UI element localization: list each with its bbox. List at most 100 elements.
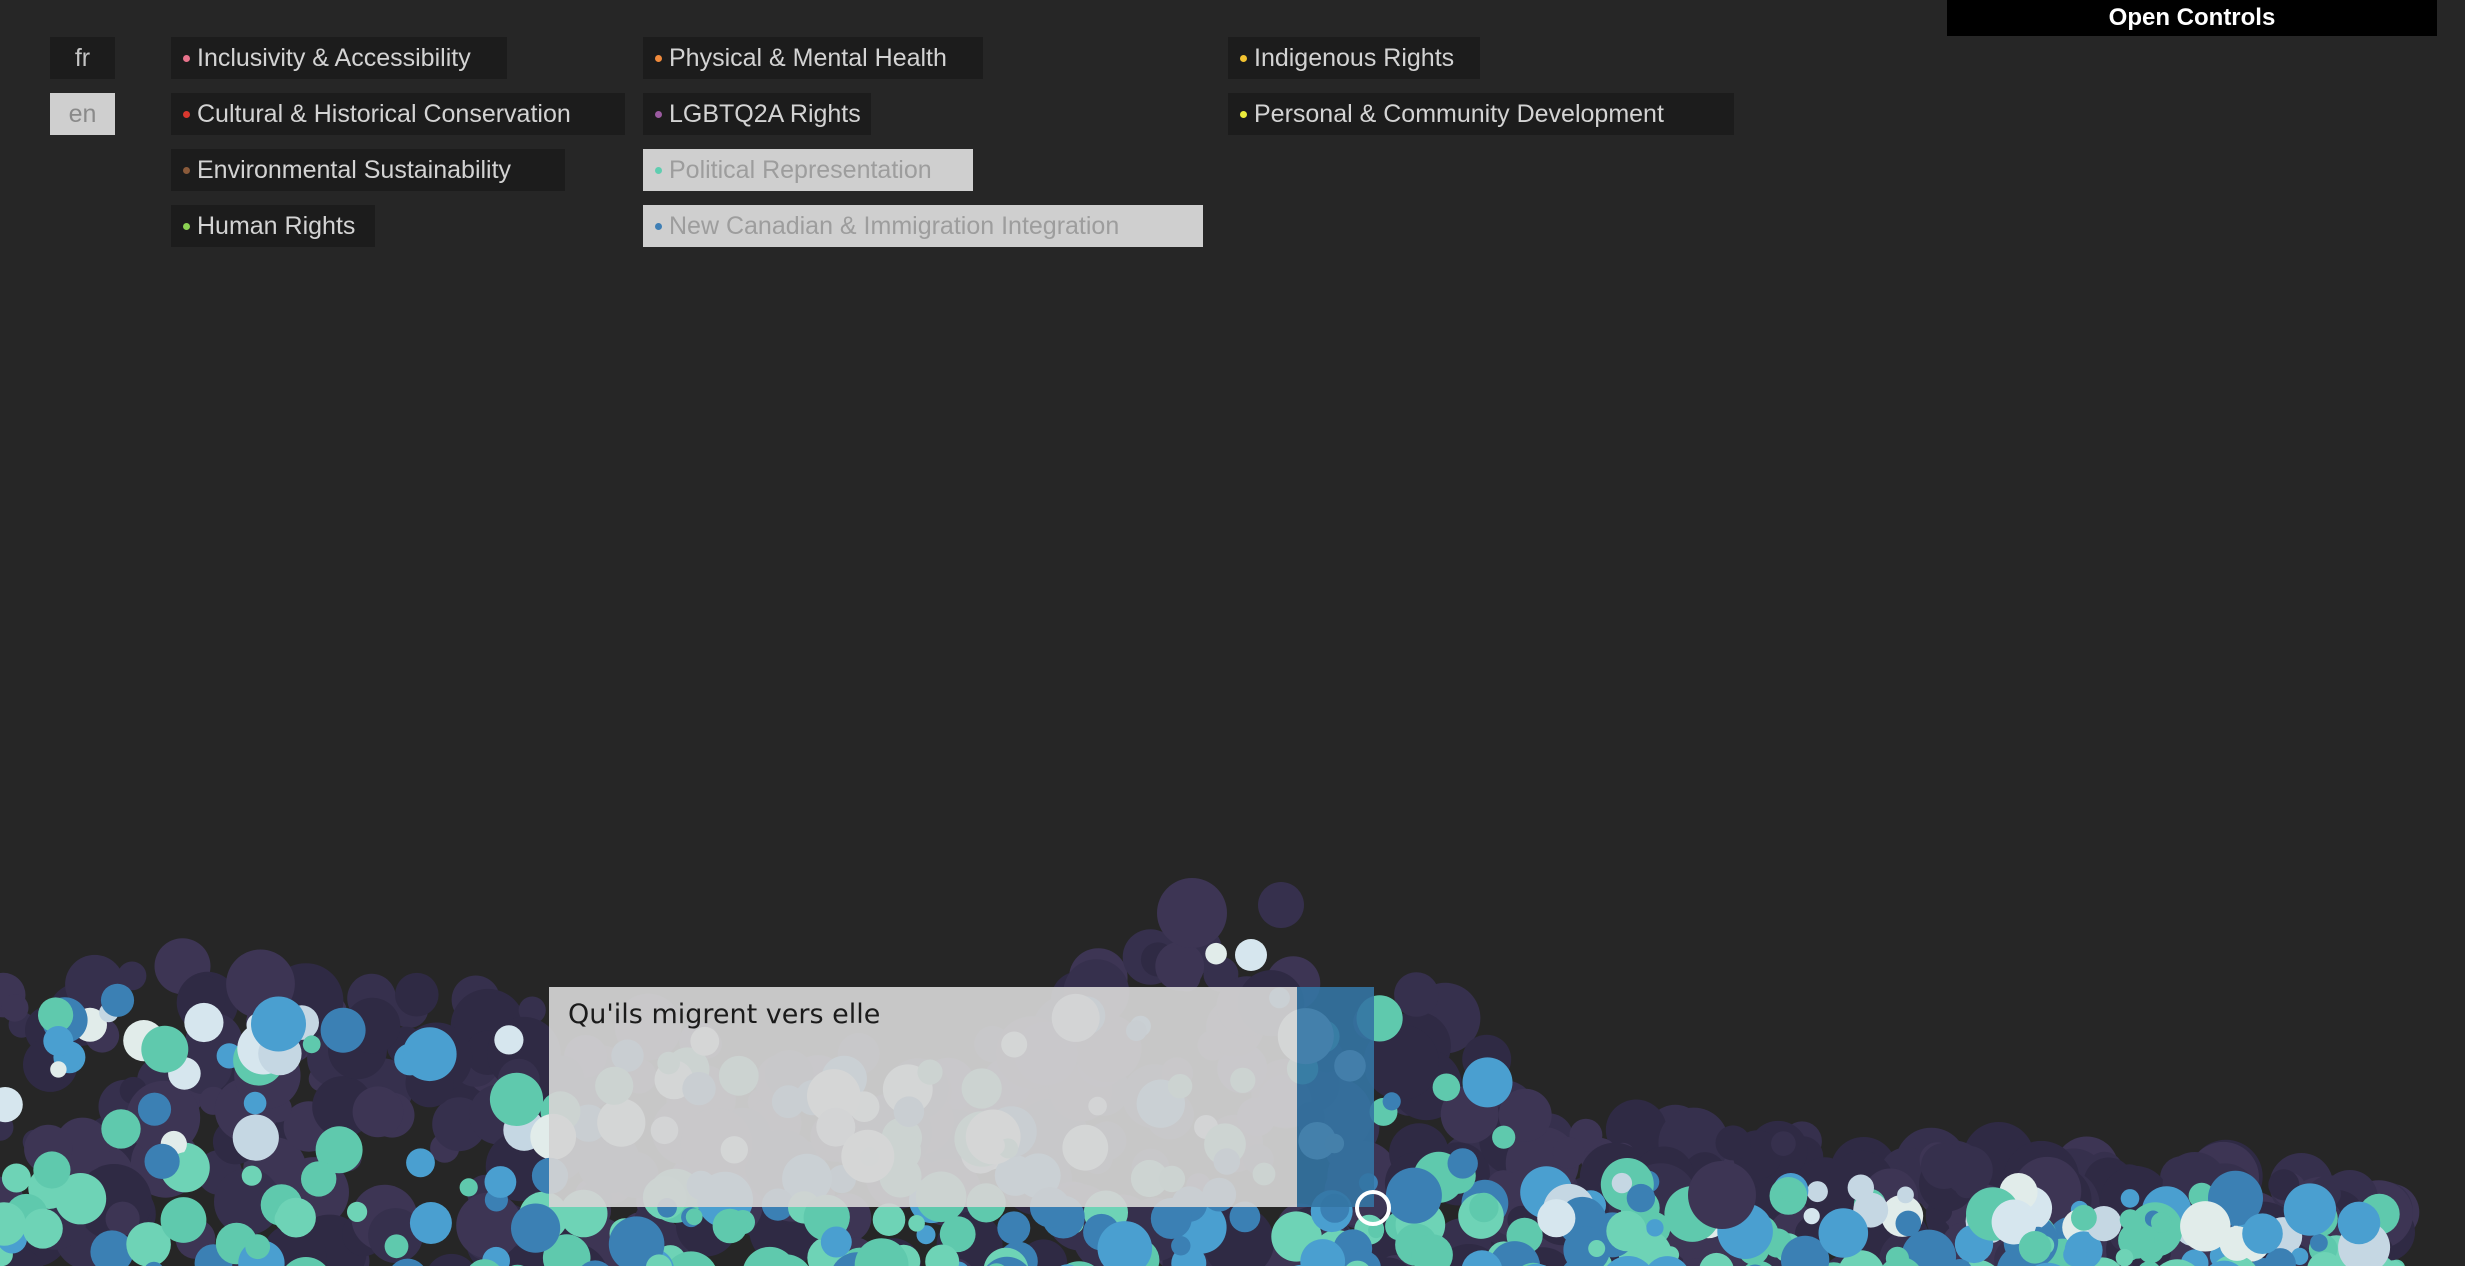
bubble	[494, 1025, 524, 1055]
bubble	[1447, 1148, 1478, 1179]
bubble	[685, 1208, 703, 1226]
topic-new-canadian-immigration-integration[interactable]: New Canadian & Immigration Integration	[643, 205, 1203, 247]
bubble	[0, 994, 29, 1022]
bubble	[406, 1148, 435, 1178]
topic-dot	[1240, 54, 1247, 62]
bubble	[241, 1165, 262, 1186]
topic-label: New Canadian & Immigration Integration	[669, 211, 1120, 240]
bubble	[1803, 1208, 1820, 1225]
bubble	[2018, 1231, 2052, 1264]
topic-indigenous-rights[interactable]: Indigenous Rights	[1228, 37, 1480, 79]
topic-label: Indigenous Rights	[1254, 43, 1455, 72]
bubble	[1171, 1236, 1191, 1256]
bubble	[402, 1027, 457, 1082]
bubble	[1155, 941, 1205, 991]
topic-label: Human Rights	[197, 211, 356, 240]
bubble	[352, 1086, 404, 1138]
bubble	[43, 1026, 74, 1056]
bubble	[1588, 1240, 1606, 1257]
bubble	[2337, 1201, 2381, 1245]
bubble	[0, 1087, 23, 1123]
bubble	[484, 1166, 517, 1198]
bubble	[1715, 1125, 1751, 1161]
bubble	[160, 1197, 207, 1243]
bubble	[510, 1203, 561, 1253]
bubble	[320, 1007, 366, 1053]
topic-label: Personal & Community Development	[1254, 99, 1664, 128]
bubble	[1462, 1057, 1513, 1108]
bubble	[144, 1143, 180, 1179]
bubble	[1552, 1137, 1585, 1169]
bubble	[489, 1072, 544, 1126]
bubble	[137, 1092, 172, 1126]
bubble	[1818, 1208, 1869, 1258]
entry-text: Qu'ils migrent vers elle	[568, 999, 881, 1030]
bubble	[1806, 1181, 1828, 1203]
topic-dot	[183, 222, 190, 230]
topic-label: Political Representation	[669, 155, 932, 184]
bubble	[1688, 1161, 1756, 1229]
topic-label: Inclusivity & Accessibility	[197, 43, 471, 72]
bubble	[1382, 1092, 1401, 1111]
bubble	[1780, 1182, 1800, 1202]
topic-personal-community-development[interactable]: Personal & Community Development	[1228, 93, 1734, 135]
bubble	[1646, 1219, 1664, 1237]
bubble	[2151, 1212, 2172, 1233]
bubble	[1921, 1143, 1967, 1189]
bubble	[2115, 1248, 2134, 1266]
topic-dot	[183, 166, 190, 174]
bubble	[908, 1215, 925, 1232]
bubble	[232, 1114, 279, 1161]
topic-dot	[655, 222, 662, 230]
bubble	[820, 1226, 852, 1258]
bubble	[50, 1061, 67, 1078]
bubble	[302, 1035, 321, 1054]
topic-dot	[183, 110, 190, 118]
topic-dot	[655, 54, 662, 62]
topic-cultural-historical-conservation[interactable]: Cultural & Historical Conservation	[171, 93, 625, 135]
bubble	[1895, 1210, 1922, 1237]
bubble	[243, 1091, 267, 1115]
bubble	[1157, 878, 1227, 948]
bubble	[712, 1208, 748, 1244]
bubble	[1235, 939, 1267, 971]
bubble	[2242, 1213, 2283, 1254]
bubble	[997, 1211, 1031, 1245]
bubble	[1258, 882, 1304, 928]
bubble	[2310, 1233, 2328, 1252]
topic-physical-mental-health[interactable]: Physical & Mental Health	[643, 37, 983, 79]
topic-environmental-sustainability[interactable]: Environmental Sustainability	[171, 149, 565, 191]
bubble	[872, 1203, 906, 1236]
bubble	[2071, 1204, 2097, 1231]
bubble	[459, 1178, 478, 1197]
topic-dot	[655, 110, 662, 118]
topic-lgbtq2a-rights[interactable]: LGBTQ2A Rights	[643, 93, 871, 135]
bubble	[1385, 1167, 1442, 1224]
bubble	[184, 1002, 224, 1043]
open-controls-button[interactable]: Open Controls	[1947, 0, 2437, 36]
bubble	[1537, 1199, 1576, 1238]
topic-label: Cultural & Historical Conservation	[197, 99, 571, 128]
topic-political-representation[interactable]: Political Representation	[643, 149, 973, 191]
bubble	[2180, 1201, 2231, 1252]
lang-fr-button[interactable]: fr	[50, 37, 115, 79]
bubble	[22, 1208, 63, 1249]
bubble	[251, 996, 306, 1052]
entry-card[interactable]: Qu'ils migrent vers elle	[549, 987, 1297, 1207]
topic-inclusivity-accessibility[interactable]: Inclusivity & Accessibility	[171, 37, 507, 79]
bubble	[2120, 1189, 2140, 1208]
topic-human-rights[interactable]: Human Rights	[171, 205, 375, 247]
visualization-stage: fr en Inclusivity & Accessibility Cultur…	[0, 0, 2465, 1266]
topic-label: LGBTQ2A Rights	[669, 99, 861, 128]
lang-en-button[interactable]: en	[50, 93, 115, 135]
bubble	[1626, 1183, 1656, 1213]
bubble	[274, 1207, 299, 1231]
bubble	[1, 1163, 31, 1193]
bubble	[100, 983, 135, 1017]
bubble	[1897, 1186, 1914, 1204]
topic-label: Environmental Sustainability	[197, 155, 512, 184]
bubble	[384, 1234, 409, 1259]
bubble	[301, 1161, 337, 1197]
bubble	[245, 1234, 271, 1260]
topic-dot	[655, 166, 662, 174]
